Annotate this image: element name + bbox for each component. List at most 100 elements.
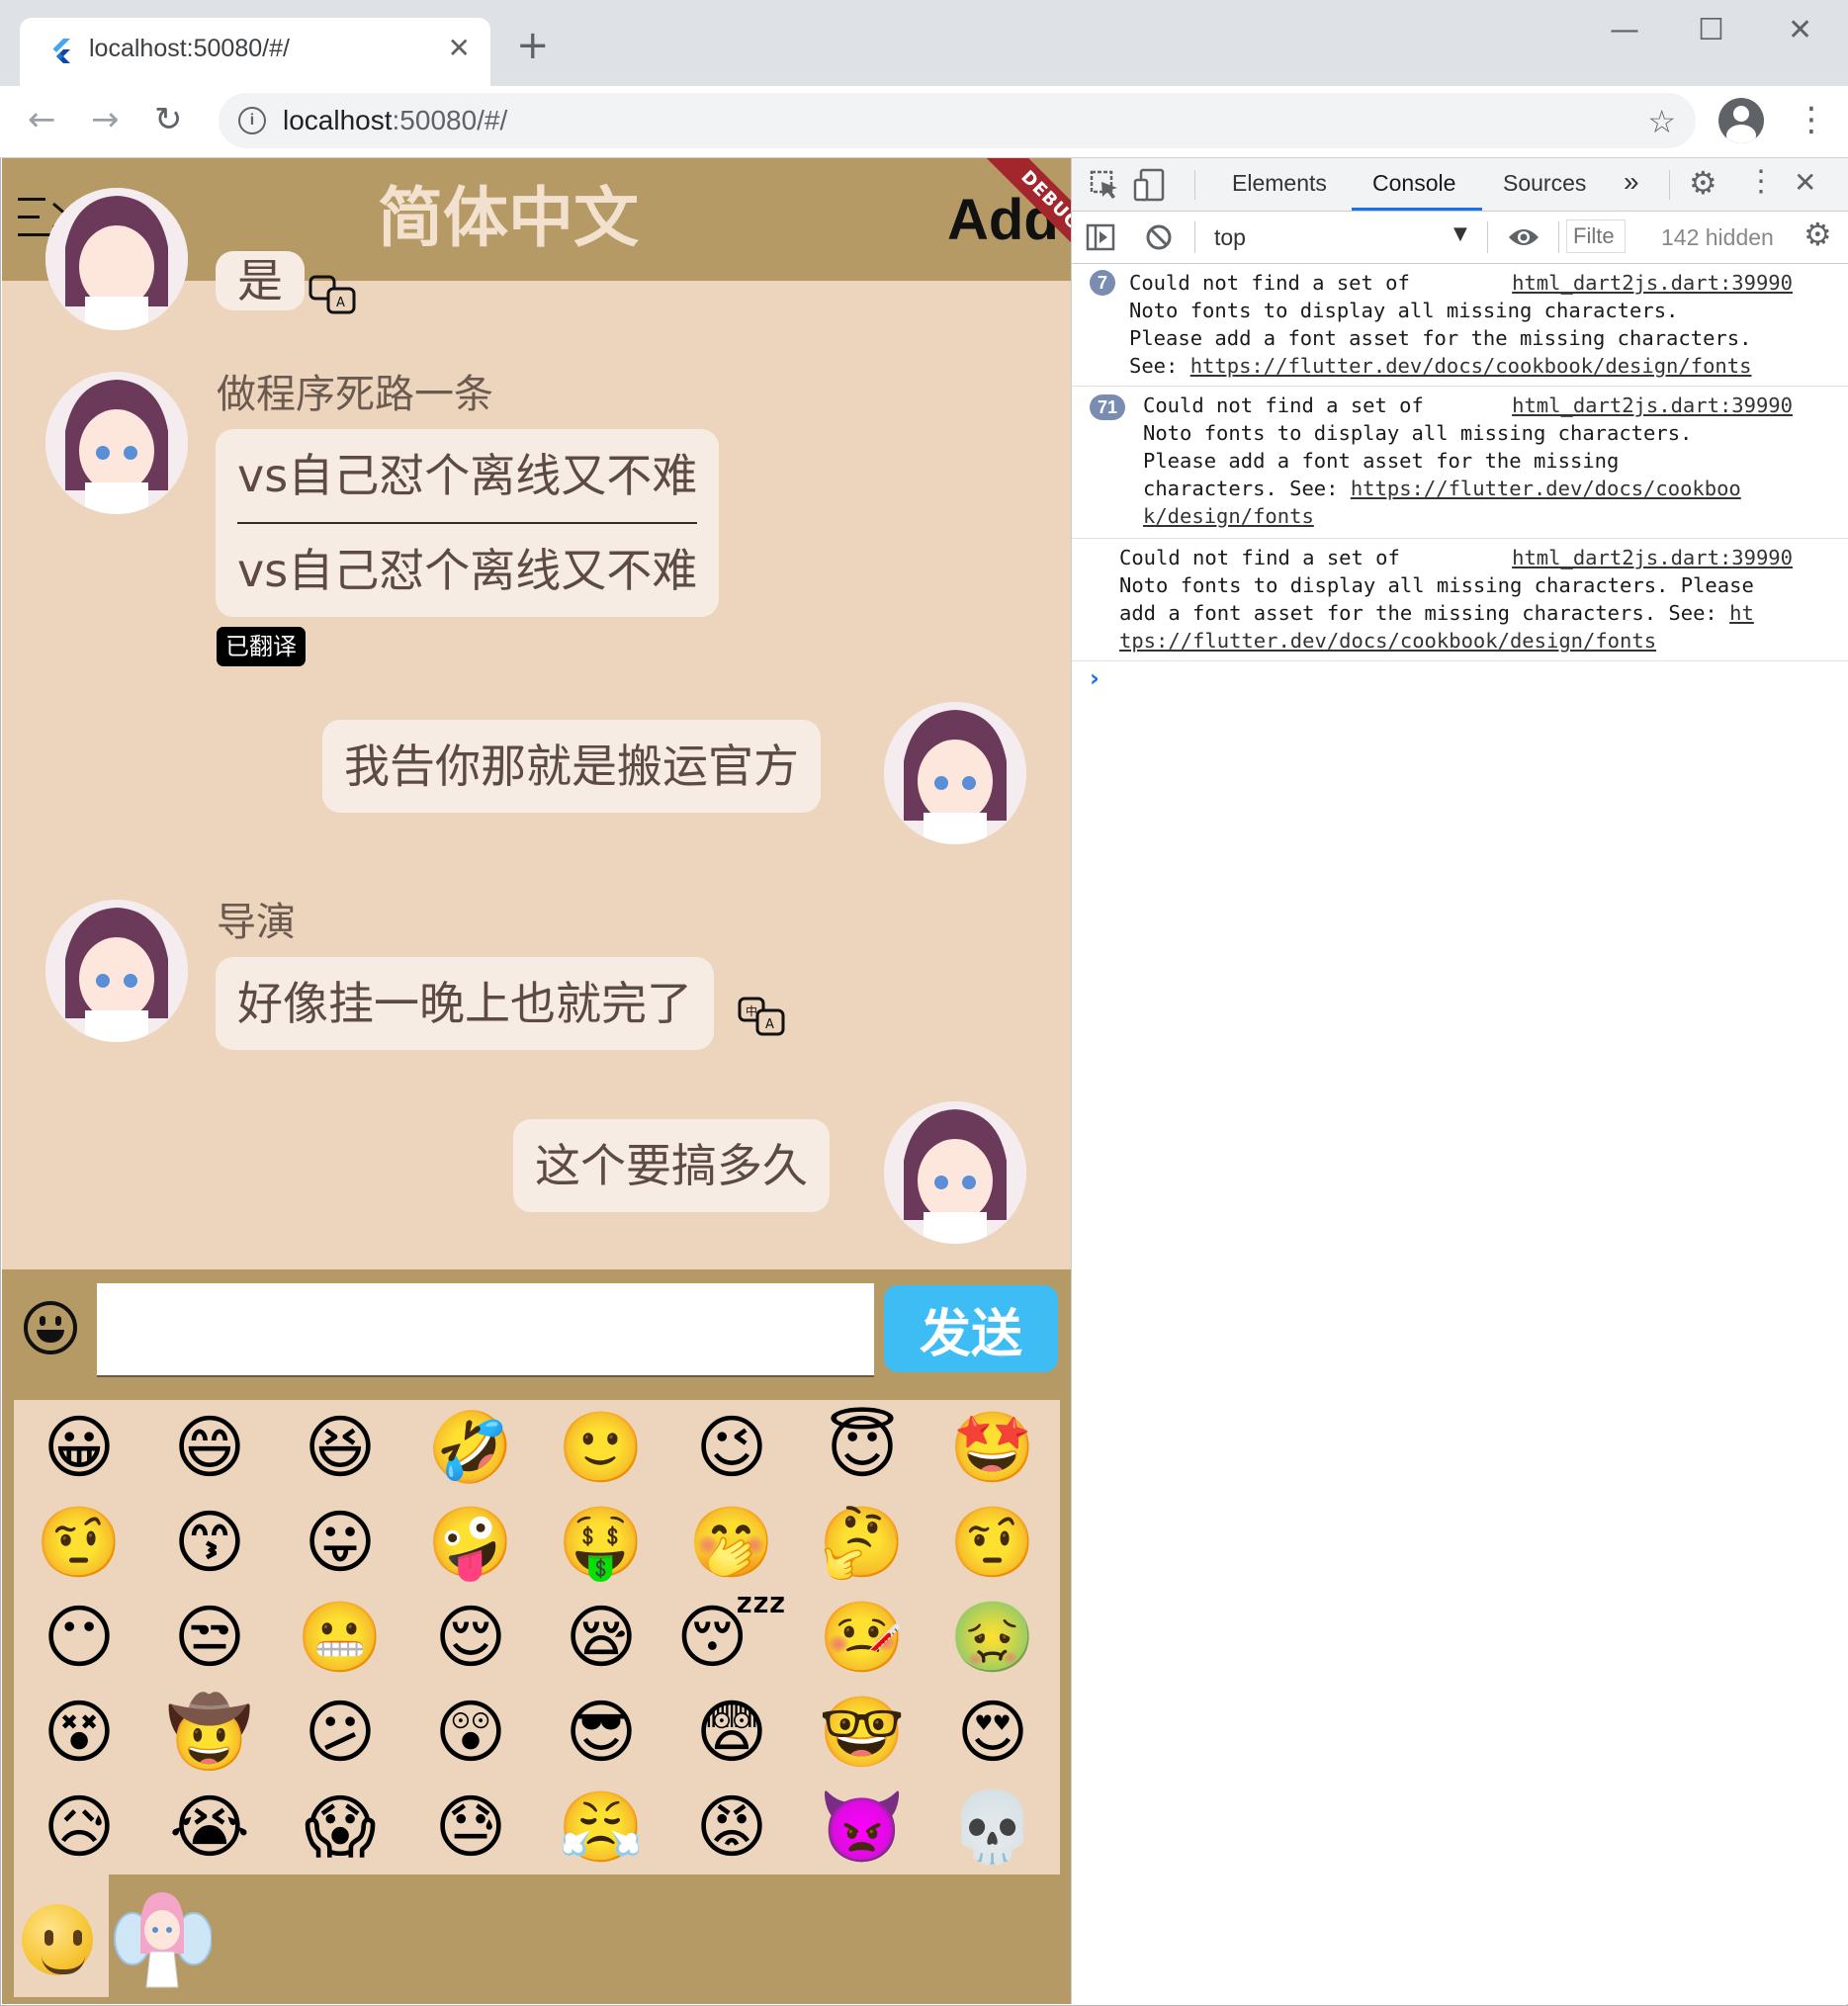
context-selector[interactable]: top [1214, 223, 1246, 251]
message-bubble[interactable]: vs自己怼个离线又不难 vs自己怼个离线又不难 [216, 429, 720, 617]
new-tab-button[interactable]: + [516, 26, 550, 65]
translate-icon[interactable]: A [308, 275, 356, 314]
emoji-button[interactable]: 🤨 [927, 1495, 1058, 1590]
reload-icon[interactable]: ↻ [154, 100, 183, 139]
emoji-button[interactable]: 🙂 [536, 1400, 666, 1495]
emoji-button[interactable]: 🤑 [536, 1495, 666, 1590]
console-settings-icon[interactable]: ⚙ [1804, 216, 1832, 253]
inspect-element-icon[interactable] [1090, 170, 1119, 200]
emoji-toggle-icon[interactable] [24, 1301, 77, 1354]
bookmark-star-icon[interactable]: ☆ [1647, 103, 1676, 140]
emoji-button[interactable]: 😉 [666, 1400, 797, 1495]
emoji-button[interactable]: 👿 [797, 1780, 927, 1875]
sidebar-toggle-icon[interactable] [1086, 223, 1115, 251]
emoji-button[interactable]: 😒 [144, 1590, 275, 1685]
emoji-button[interactable]: 🤒 [797, 1590, 927, 1685]
emoji-button[interactable]: 😪 [536, 1590, 666, 1685]
avatar[interactable] [45, 900, 188, 1042]
emoji-button[interactable]: 🤭 [666, 1495, 797, 1590]
maximize-icon[interactable]: ☐ [1698, 14, 1724, 47]
tab-console[interactable]: Console [1372, 170, 1455, 197]
console-filter-input[interactable] [1566, 219, 1626, 253]
emoji-button[interactable]: 😴 [666, 1590, 797, 1685]
emoji-button[interactable]: 😶 [14, 1590, 144, 1685]
emoji-button[interactable]: 😬 [275, 1590, 405, 1685]
emoji-button[interactable]: 🤓 [797, 1685, 927, 1780]
message-line: add a font asset for the missing charact… [1119, 601, 1730, 625]
source-link[interactable]: html_dart2js.dart:39990 [1512, 269, 1793, 297]
docs-link[interactable]: k/design/fonts [1143, 504, 1314, 528]
message-bubble[interactable]: 好像挂一晚上也就完了 [216, 957, 714, 1050]
forward-icon[interactable]: → [91, 100, 120, 139]
device-toolbar-icon[interactable] [1133, 168, 1165, 202]
emoji-button[interactable]: 😨 [666, 1685, 797, 1780]
emoji-button[interactable]: 🤣 [405, 1400, 536, 1495]
emoji-tab[interactable] [14, 1875, 109, 1997]
emoji-button[interactable]: 🤪 [405, 1495, 536, 1590]
avatar[interactable] [45, 372, 188, 514]
close-devtools-icon[interactable]: ✕ [1794, 166, 1816, 199]
source-link[interactable]: html_dart2js.dart:39990 [1512, 392, 1793, 419]
console-prompt[interactable]: › [1090, 664, 1100, 692]
emoji-button[interactable]: 😥 [14, 1780, 144, 1875]
send-button[interactable]: 发送 [884, 1285, 1058, 1372]
message-bubble[interactable]: 这个要搞多久 [513, 1119, 830, 1212]
emoji-button[interactable]: 😎 [536, 1685, 666, 1780]
message-line: Could not find a set of [1129, 271, 1410, 295]
sticker-tab-icon[interactable] [113, 1884, 212, 1995]
emoji-button[interactable]: 😱 [275, 1780, 405, 1875]
message-bubble[interactable]: 我告你那就是搬运官方 [322, 720, 821, 813]
emoji-button[interactable]: 😡 [666, 1780, 797, 1875]
emoji-button[interactable]: 😇 [797, 1400, 927, 1495]
clear-console-icon[interactable] [1145, 223, 1173, 251]
profile-icon[interactable] [1718, 98, 1764, 143]
avatar[interactable] [884, 1101, 1026, 1244]
info-icon[interactable]: i [238, 107, 266, 134]
close-tab-icon[interactable]: ✕ [448, 34, 471, 63]
emoji-button[interactable]: 😆 [275, 1400, 405, 1495]
emoji-button[interactable]: 😛 [275, 1495, 405, 1590]
minimize-icon[interactable]: — [1610, 14, 1639, 47]
source-link[interactable]: html_dart2js.dart:39990 [1512, 544, 1793, 571]
message-line: Could not find a set of [1119, 546, 1400, 569]
emoji-button[interactable]: 😵 [14, 1685, 144, 1780]
translate-icon[interactable]: 中A [738, 997, 785, 1036]
address-bar[interactable]: i localhost:50080/#/ ☆ [219, 93, 1696, 148]
emoji-button[interactable]: 😲 [405, 1685, 536, 1780]
emoji-button[interactable]: 💀 [927, 1780, 1058, 1875]
avatar[interactable] [45, 188, 188, 330]
emoji-button[interactable]: 🤔 [797, 1495, 927, 1590]
docs-link[interactable]: ht [1729, 601, 1754, 625]
back-icon[interactable]: ← [28, 100, 56, 139]
emoji-button[interactable]: 😌 [405, 1590, 536, 1685]
tab-sources[interactable]: Sources [1503, 170, 1586, 197]
emoji-button[interactable]: 😍 [927, 1685, 1058, 1780]
emoji-button[interactable]: 😙 [144, 1495, 275, 1590]
browser-tab[interactable]: localhost:50080/#/ ✕ [20, 18, 490, 86]
close-window-icon[interactable]: ✕ [1788, 14, 1812, 47]
emoji-button[interactable]: 🤠 [144, 1685, 275, 1780]
browser-menu-icon[interactable]: ⋮ [1795, 100, 1828, 139]
emoji-button[interactable]: 😀 [14, 1400, 144, 1495]
more-tabs-icon[interactable]: » [1624, 166, 1639, 198]
message-input[interactable] [97, 1283, 874, 1377]
emoji-button[interactable]: 😕 [275, 1685, 405, 1780]
emoji-button[interactable]: 😓 [405, 1780, 536, 1875]
live-expression-eye-icon[interactable] [1507, 225, 1540, 249]
emoji-button[interactable]: 🤩 [927, 1400, 1058, 1495]
tab-elements[interactable]: Elements [1232, 170, 1327, 197]
docs-link[interactable]: https://flutter.dev/docs/cookbook/design… [1190, 354, 1752, 378]
message-line: Please add a font asset for the missing [1143, 449, 1620, 473]
emoji-button[interactable]: 🤨 [14, 1495, 144, 1590]
emoji-button[interactable]: 😄 [144, 1400, 275, 1495]
avatar[interactable] [884, 702, 1026, 844]
emoji-button[interactable]: 😤 [536, 1780, 666, 1875]
message-bubble[interactable]: 是 [216, 251, 305, 310]
emoji-button[interactable]: 😭 [144, 1780, 275, 1875]
emoji-button[interactable]: 🤢 [927, 1590, 1058, 1685]
settings-gear-icon[interactable]: ⚙ [1689, 164, 1717, 202]
context-dropdown-icon[interactable]: ▼ [1453, 223, 1467, 244]
docs-link[interactable]: https://flutter.dev/docs/cookboo [1351, 477, 1741, 500]
devtools-menu-icon[interactable]: ⋮ [1746, 164, 1776, 199]
docs-link[interactable]: tps://flutter.dev/docs/cookbook/design/f… [1119, 629, 1656, 653]
